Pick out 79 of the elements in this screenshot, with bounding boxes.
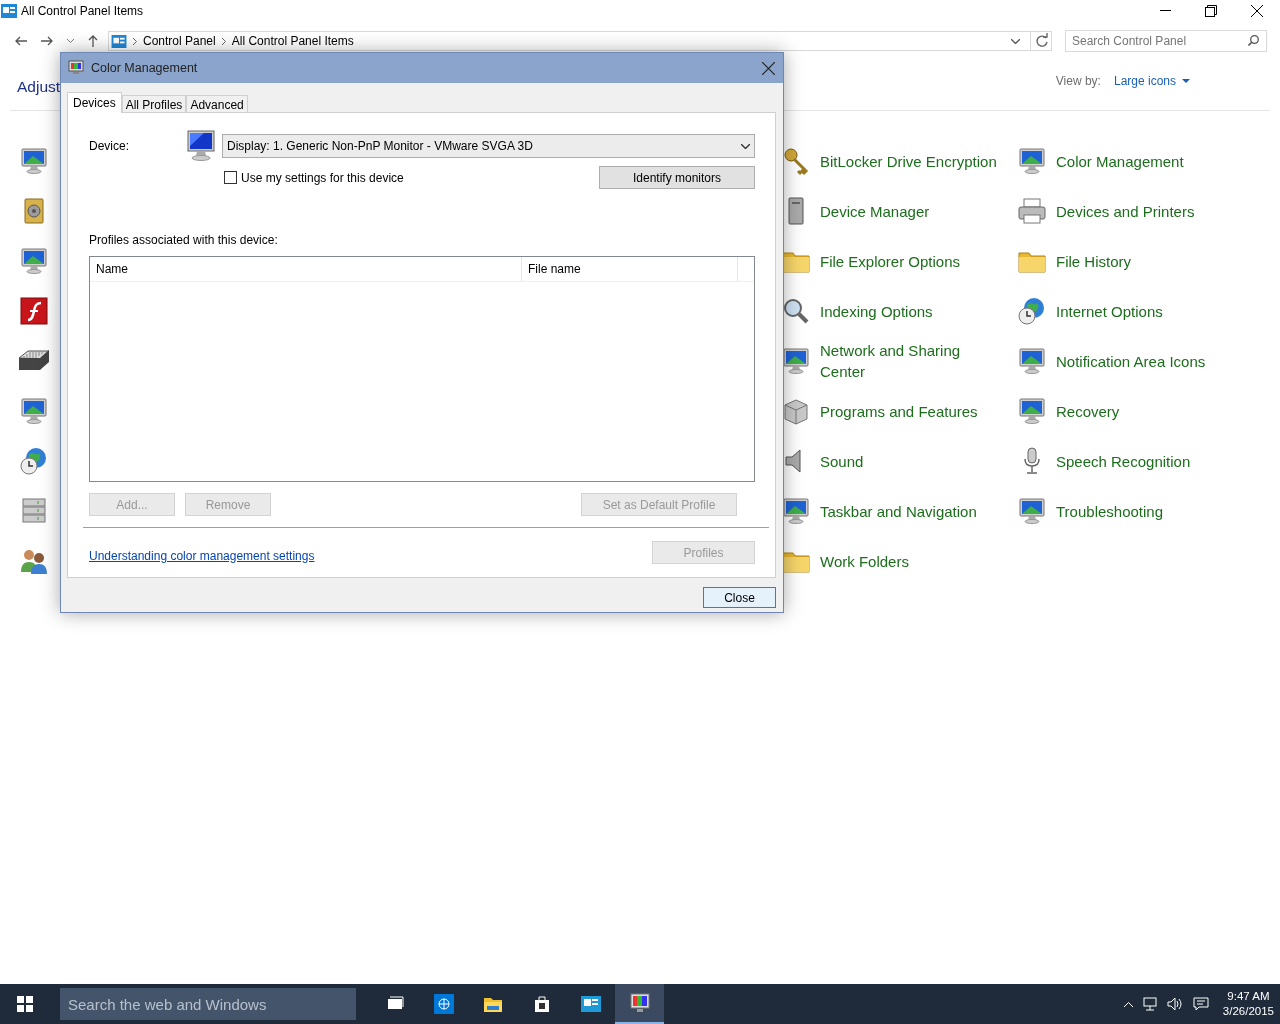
control-panel-item[interactable]: Indexing Options: [780, 286, 1016, 336]
breadcrumb[interactable]: Control Panel: [143, 34, 216, 48]
monitor-icon: [1016, 395, 1048, 427]
forward-arrow-icon: [41, 36, 53, 46]
chevron-down-icon: [1011, 38, 1020, 44]
clock[interactable]: 9:47 AM 3/26/2015: [1222, 989, 1274, 1019]
chevron-down-icon: [66, 39, 74, 43]
control-panel-item[interactable]: Devices and Printers: [1016, 186, 1280, 236]
control-panel-item[interactable]: BitLocker Drive Encryption: [780, 136, 1016, 186]
help-link[interactable]: Understanding color management settings: [89, 548, 315, 563]
date-text: 3/26/2015: [1222, 1004, 1274, 1019]
identify-monitors-button[interactable]: Identify monitors: [599, 166, 755, 189]
control-panel-icon: [111, 34, 127, 48]
close-icon: [761, 61, 775, 75]
back-arrow-icon: [15, 36, 27, 46]
control-panel-item[interactable]: Speech Recognition: [1016, 436, 1280, 486]
control-panel-item[interactable]: Recovery: [1016, 386, 1280, 436]
tab[interactable]: All Profiles: [121, 95, 187, 112]
page-heading: Adjust: [17, 77, 61, 96]
monitor-icon: [18, 245, 50, 277]
control-panel-item[interactable]: Network and Sharing Center: [780, 336, 1016, 386]
control-panel-item[interactable]: Programs and Features: [780, 386, 1016, 436]
globe-icon: [433, 994, 454, 1014]
monitor-icon: [1016, 345, 1048, 377]
control-panel-item[interactable]: Work Folders: [780, 536, 1016, 586]
minimize-icon: [1159, 10, 1171, 12]
windows-logo-icon: [17, 996, 33, 1012]
profiles-label: Profiles associated with this device:: [89, 233, 279, 247]
dialog-title: Color Management: [91, 61, 199, 75]
chevron-right-icon: [221, 37, 226, 45]
control-panel-item[interactable]: Sound: [780, 436, 1016, 486]
control-panel-item[interactable]: Device Manager: [780, 186, 1016, 236]
taskbar-app-button[interactable]: [615, 984, 664, 1024]
column-header[interactable]: File name: [522, 257, 738, 281]
monitor-icon: [68, 60, 84, 76]
close-button[interactable]: Close: [703, 587, 776, 608]
up-arrow-icon: [88, 35, 98, 47]
network-icon[interactable]: [1142, 997, 1157, 1011]
tab[interactable]: Advanced: [186, 95, 248, 112]
notifications-icon[interactable]: [1192, 997, 1209, 1011]
address-bar[interactable]: Control Panel All Control Panel Items: [108, 31, 1052, 51]
view-by-label: View by:: [1055, 74, 1101, 88]
column-header[interactable]: Name: [90, 257, 522, 281]
restore-icon: [1205, 5, 1217, 17]
chevron-up-icon[interactable]: [1123, 1001, 1133, 1007]
monitor-icon: [629, 993, 650, 1013]
monitor-icon: [1016, 145, 1048, 177]
chevron-right-icon: [133, 37, 137, 45]
view-by-dropdown[interactable]: Large icons: [1113, 74, 1190, 88]
search-field[interactable]: Search Control Panel: [1065, 30, 1267, 52]
taskbar-search-field[interactable]: Search the web and Windows: [60, 988, 356, 1020]
breadcrumb[interactable]: All Control Panel Items: [231, 34, 354, 48]
volume-icon[interactable]: [1166, 997, 1183, 1011]
close-icon: [1251, 5, 1263, 17]
refresh-icon[interactable]: [1030, 32, 1051, 50]
tab[interactable]: Devices: [67, 92, 122, 113]
control-panel-item[interactable]: Internet Options: [1016, 286, 1280, 336]
control-panel-item[interactable]: Troubleshooting: [1016, 486, 1280, 536]
checkbox[interactable]: [224, 171, 237, 184]
control-panel-item[interactable]: File History: [1016, 236, 1280, 286]
monitor-icon: [186, 130, 216, 162]
control-panel-item[interactable]: Color Management: [1016, 136, 1280, 186]
printer-icon: [1016, 195, 1048, 227]
control-panel-item[interactable]: Taskbar and Navigation: [780, 486, 1016, 536]
control-panel-item[interactable]: File Explorer Options: [780, 236, 1016, 286]
chevron-down-icon: [741, 143, 750, 149]
search-icon: [1248, 35, 1259, 46]
device-dropdown[interactable]: Display: 1. Generic Non-PnP Monitor - VMware SVGA 3D: [222, 134, 755, 158]
time-text: 9:47 AM: [1227, 989, 1270, 1004]
monitor-icon: [18, 145, 50, 177]
caret-icon: [1182, 79, 1190, 83]
control-panel-icon: [580, 994, 601, 1014]
device-label: Device:: [89, 139, 130, 153]
monitor-icon: [18, 395, 50, 427]
app-icon: [18, 295, 50, 327]
window-title: All Control Panel Items: [21, 4, 145, 18]
control-panel-item[interactable]: Notification Area Icons: [1016, 336, 1280, 386]
monitor-icon: [1016, 495, 1048, 527]
checkbox-label: Use my settings for this device: [241, 170, 405, 185]
